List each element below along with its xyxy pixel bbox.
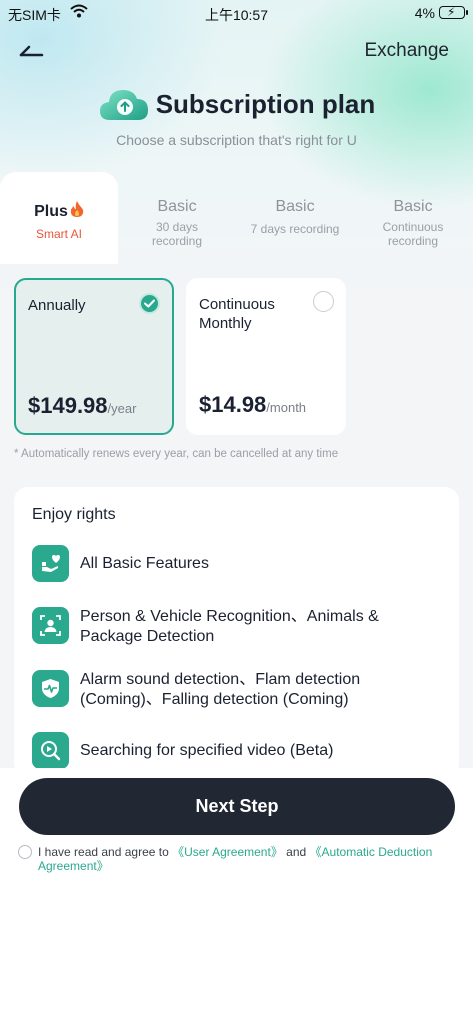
tab-basic-7-days[interactable]: Basic 7 days recording bbox=[236, 170, 354, 262]
shield-pulse-icon bbox=[32, 670, 69, 707]
agree-checkbox[interactable] bbox=[18, 845, 32, 859]
exchange-button[interactable]: Exchange bbox=[364, 40, 449, 62]
fire-icon bbox=[70, 200, 84, 223]
plan-price-value: $14.98 bbox=[199, 392, 267, 417]
search-video-icon bbox=[32, 732, 69, 769]
renew-note: * Automatically renews every year, can b… bbox=[14, 448, 339, 460]
plan-price-unit: /month bbox=[266, 400, 307, 415]
user-agreement-link[interactable]: 《User Agreement》 bbox=[172, 845, 283, 859]
plan-card-annually[interactable]: Annually $149.98/year bbox=[14, 278, 174, 435]
tab-basic-30-desc: 30 days recording bbox=[151, 220, 203, 248]
tab-plus-desc: Smart AI bbox=[35, 227, 82, 241]
unselected-radio-icon[interactable] bbox=[313, 291, 334, 312]
plan-price-unit: /year bbox=[107, 401, 137, 416]
page-subtitle: Choose a subscription that's right for U bbox=[116, 132, 357, 148]
selected-check-icon[interactable] bbox=[139, 293, 160, 314]
plan-card-continuous-monthly[interactable]: Continuous Monthly $14.98/month bbox=[186, 278, 346, 435]
tab-plus-label-row: Plus bbox=[0, 200, 118, 223]
plan-name: Annually bbox=[28, 297, 86, 314]
page-title: Subscription plan bbox=[155, 88, 376, 119]
tab-basic-30-days[interactable]: Basic 30 days recording bbox=[118, 170, 236, 262]
tab-basic-continuous[interactable]: Basic Continuous recording bbox=[354, 170, 472, 262]
next-step-button[interactable]: Next Step bbox=[19, 778, 455, 835]
cloud-upload-icon bbox=[99, 90, 148, 120]
right-text: Alarm sound detection、Flam detection (Co… bbox=[80, 671, 361, 708]
battery-icon: ⚡ bbox=[439, 5, 468, 19]
back-button[interactable] bbox=[16, 38, 48, 64]
charging-bolt-icon: ⚡ bbox=[447, 5, 456, 19]
plan-price-value: $149.98 bbox=[28, 393, 108, 418]
tab-basic-7-desc: 7 days recording bbox=[250, 222, 340, 236]
rights-title: Enjoy rights bbox=[32, 506, 116, 523]
face-scan-icon bbox=[32, 607, 69, 644]
plan-price: $149.98/year bbox=[28, 393, 136, 419]
tab-basic-continuous-label: Basic bbox=[393, 198, 433, 215]
tab-basic-7-label: Basic bbox=[275, 198, 315, 215]
agreement-and: and bbox=[282, 845, 310, 859]
hand-heart-icon bbox=[32, 545, 69, 582]
agreement-prefix: I have read and agree to bbox=[38, 845, 173, 859]
back-arrow-icon bbox=[19, 45, 44, 57]
agreement-text: I have read and agree to 《User Agreement… bbox=[38, 845, 438, 873]
right-text: Searching for specified video (Beta) bbox=[80, 742, 334, 759]
right-text: All Basic Features bbox=[80, 555, 209, 572]
plan-name: Continuous Monthly bbox=[199, 296, 275, 332]
clock: 上午10:57 bbox=[204, 7, 269, 23]
plan-price: $14.98/month bbox=[199, 392, 306, 418]
tab-plus-label: Plus bbox=[34, 203, 68, 220]
tab-basic-continuous-desc: Continuous recording bbox=[382, 220, 444, 248]
tab-plus[interactable]: Plus Smart AI bbox=[0, 172, 118, 264]
status-bar: 无SIM卡 上午10:57 4% ⚡ bbox=[0, 0, 473, 28]
tab-basic-30-label: Basic bbox=[157, 198, 197, 215]
right-text: Person & Vehicle Recognition、Animals & P… bbox=[80, 608, 379, 645]
title-row: Subscription plan bbox=[0, 86, 473, 122]
rights-panel: Enjoy rights All Basic Features Person &… bbox=[14, 487, 459, 777]
plan-tabs: Plus Smart AI Basic 30 days recording Ba… bbox=[0, 170, 473, 264]
battery-percent: 4% bbox=[414, 5, 435, 21]
